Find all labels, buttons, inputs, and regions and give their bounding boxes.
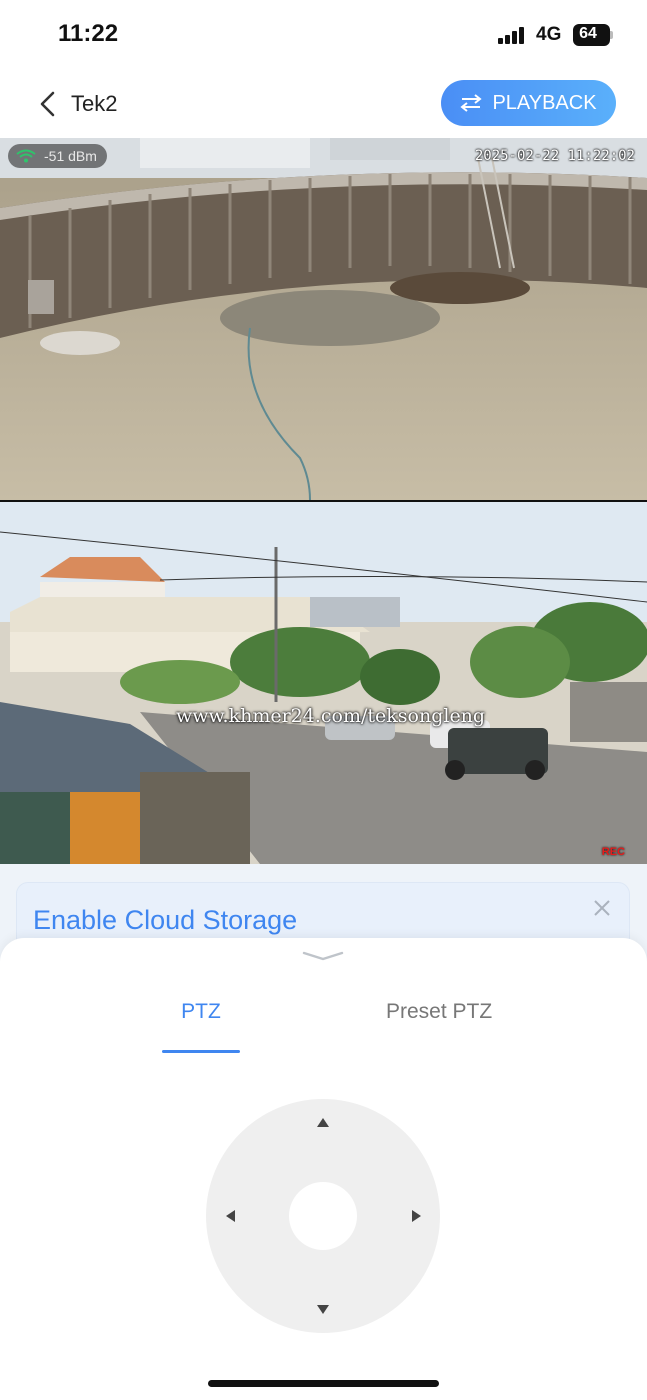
swap-icon	[460, 94, 483, 112]
battery-icon: 64	[573, 24, 610, 46]
construction-site-image	[0, 138, 647, 500]
camera-timestamp: 2025-02-22 11:22:02	[474, 148, 635, 164]
status-bar: 11:22 4G 64	[0, 0, 647, 70]
arrow-up-icon[interactable]	[317, 1118, 329, 1127]
network-type: 4G	[536, 24, 562, 45]
battery-level: 64	[579, 25, 597, 42]
arrow-right-icon[interactable]	[412, 1210, 421, 1222]
active-tab-indicator	[162, 1050, 240, 1053]
cloud-storage-title[interactable]: Enable Cloud Storage	[33, 905, 297, 936]
street-view-image	[0, 502, 647, 864]
watermark-text: www.khmer24.com/teksongleng	[176, 705, 486, 727]
back-icon[interactable]	[36, 90, 60, 118]
home-indicator[interactable]	[208, 1380, 439, 1387]
joystick-center[interactable]	[289, 1182, 357, 1250]
signal-strength-badge: -51 dBm	[8, 144, 107, 168]
camera-feed-top[interactable]: -51 dBm 2025-02-22 11:22:02	[0, 138, 647, 500]
rec-indicator: REC	[601, 846, 625, 858]
signal-strength-value: -51 dBm	[44, 148, 97, 164]
ptz-bottom-sheet: PTZ Preset PTZ	[0, 938, 647, 1400]
playback-label: PLAYBACK	[492, 91, 597, 114]
status-time: 11:22	[58, 20, 119, 47]
battery-cap	[610, 31, 613, 39]
wifi-icon	[16, 149, 36, 163]
cellular-signal-icon	[498, 26, 528, 44]
tab-ptz[interactable]: PTZ	[162, 1000, 240, 1024]
playback-button[interactable]: PLAYBACK	[441, 80, 616, 126]
camera-feed-bottom[interactable]: www.khmer24.com/teksongleng REC	[0, 502, 647, 864]
tab-preset-ptz[interactable]: Preset PTZ	[386, 1000, 492, 1024]
header: Tek2 PLAYBACK	[0, 70, 647, 138]
arrow-left-icon[interactable]	[226, 1210, 235, 1222]
close-icon[interactable]	[593, 899, 611, 917]
arrow-down-icon[interactable]	[317, 1305, 329, 1314]
ptz-joystick[interactable]	[206, 1099, 440, 1333]
page-title: Tek2	[71, 91, 118, 116]
collapse-handle-icon[interactable]	[302, 950, 344, 962]
